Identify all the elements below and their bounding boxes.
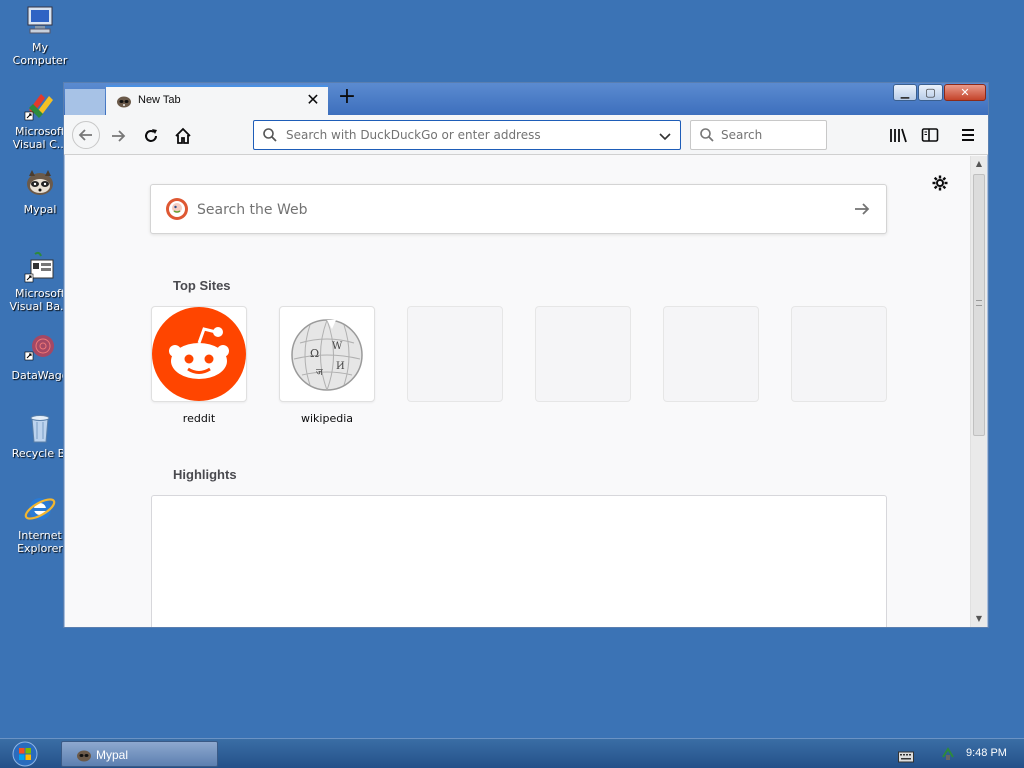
sidebar-icon[interactable] (920, 125, 940, 145)
computer-icon (23, 4, 57, 38)
keyboard-icon[interactable] (898, 748, 914, 763)
top-sites-heading: Top Sites (173, 278, 231, 293)
mypal-raccoon-icon (23, 166, 57, 200)
highlights-panel (151, 495, 887, 627)
top-site-empty-slot (791, 306, 887, 402)
vertical-scrollbar[interactable]: ▲ ▼ (970, 156, 987, 627)
search-icon (699, 127, 715, 143)
top-site-label: wikipedia (300, 412, 353, 425)
maximize-icon: ▢ (925, 86, 936, 99)
home-button[interactable] (170, 123, 196, 149)
top-site-empty-slot (663, 306, 759, 402)
tab-title: New Tab (138, 94, 181, 106)
wikipedia-icon: Ω W И ज (291, 319, 363, 391)
svg-text:Ω: Ω (310, 347, 319, 360)
close-window-button[interactable]: ✕ (944, 84, 986, 101)
top-site-empty-slot (407, 306, 503, 402)
navigation-toolbar (64, 115, 988, 155)
network-icon[interactable] (940, 745, 956, 761)
internet-explorer-icon (23, 492, 57, 526)
top-site-empty-slot (535, 306, 631, 402)
recycle-bin-icon (23, 410, 57, 444)
mypal-raccoon-icon (76, 747, 92, 763)
search-input[interactable] (721, 126, 821, 144)
taskbar: Mypal 9:48 PM (0, 738, 1024, 768)
taskbar-item-label: Mypal (96, 748, 129, 762)
scrollbar-thumb[interactable] (973, 174, 985, 436)
minimize-icon: ▁ (900, 86, 910, 99)
hamburger-menu-icon[interactable] (958, 125, 978, 145)
title-bar[interactable]: New Tab ✕ + ▁ ▢ ✕ (64, 83, 988, 115)
highlights-heading: Highlights (173, 467, 237, 482)
scrollbar-grip (976, 300, 982, 306)
arrow-right-icon[interactable] (852, 199, 872, 219)
desktop-icon-my-computer[interactable]: My Computer (4, 4, 76, 67)
tab-strip-spacer (65, 89, 105, 115)
arrow-right-icon (112, 130, 126, 142)
svg-text:W: W (332, 341, 343, 352)
svg-text:И: И (336, 361, 345, 372)
visual-studio-icon (23, 88, 57, 122)
system-clock[interactable]: 9:48 PM (966, 747, 1007, 759)
search-bar[interactable] (690, 120, 827, 150)
visual-basic-icon (23, 250, 57, 284)
windows-logo-icon (12, 741, 38, 767)
forward-button[interactable] (106, 123, 132, 149)
close-tab-icon[interactable]: ✕ (304, 91, 322, 109)
back-button[interactable] (72, 121, 100, 149)
top-site-label: reddit (182, 412, 216, 425)
duckduckgo-icon (165, 197, 189, 221)
web-search-box[interactable] (150, 184, 887, 234)
new-tab-page: Top Sites reddit Ω W И (65, 156, 971, 627)
chevron-down-icon[interactable] (658, 128, 672, 142)
library-icon[interactable] (888, 125, 908, 145)
arrow-left-icon (78, 129, 92, 141)
datawago-icon (23, 332, 57, 366)
reload-icon (145, 129, 157, 142)
top-site-reddit[interactable] (151, 306, 247, 402)
reload-button[interactable] (138, 123, 164, 149)
maximize-button[interactable]: ▢ (918, 84, 943, 101)
minimize-button[interactable]: ▁ (893, 84, 917, 101)
search-icon (262, 127, 278, 143)
scroll-up-arrow-icon[interactable]: ▲ (971, 156, 987, 172)
close-icon: ✕ (960, 86, 970, 99)
taskbar-item-mypal[interactable]: Mypal (61, 741, 218, 767)
mypal-raccoon-icon (116, 93, 132, 109)
gear-icon[interactable] (931, 174, 949, 192)
web-search-input[interactable] (197, 199, 797, 221)
browser-window: New Tab ✕ + ▁ ▢ ✕ Search with DuckDuckGo… (63, 82, 989, 628)
new-tab-button[interactable]: + (336, 85, 358, 109)
url-input[interactable] (286, 126, 646, 144)
top-site-wikipedia[interactable]: Ω W И ज (279, 306, 375, 402)
reddit-icon (152, 307, 246, 401)
svg-text:ज: ज (316, 368, 323, 378)
start-button[interactable] (8, 741, 42, 767)
desktop-icon-label: My Computer (12, 41, 68, 67)
scroll-down-arrow-icon[interactable]: ▼ (971, 611, 987, 627)
tab-new-tab[interactable]: New Tab ✕ (106, 85, 328, 115)
home-icon (175, 127, 191, 144)
url-bar[interactable] (253, 120, 681, 150)
